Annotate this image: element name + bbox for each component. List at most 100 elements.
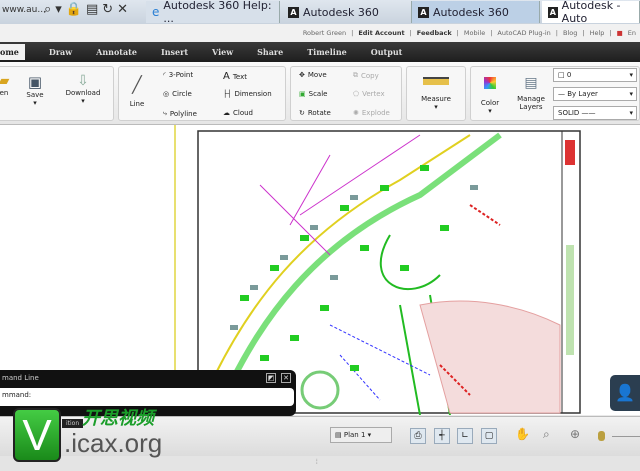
value: 0 (566, 71, 572, 79)
label: Measure (421, 95, 451, 103)
manage-layers-button[interactable]: ▤ Manage Layers (511, 75, 551, 111)
move-icon: ✥ (299, 71, 305, 79)
arc-icon: ◜ (163, 71, 166, 79)
dimension-button[interactable]: ├┤ Dimension (223, 90, 272, 98)
cloud-icon: ☁ (223, 109, 230, 117)
tab-autodesk360[interactable]: A Autodesk 360 (282, 1, 412, 23)
zoom-window-icon[interactable]: ⌕ (543, 427, 550, 442)
zoom-slider-track[interactable] (612, 436, 640, 437)
tab-view[interactable]: View (212, 47, 233, 57)
link-mobile[interactable]: Mobile (464, 29, 485, 37)
resize-grip-icon[interactable]: ⦙ (316, 458, 318, 467)
move-button[interactable]: ✥ Move (299, 71, 327, 79)
value: SOLID (558, 109, 580, 117)
polyline-button[interactable]: ⤷ Polyline (163, 109, 197, 118)
arc-button[interactable]: ◜ 3-Point (163, 71, 193, 79)
tab-output[interactable]: Output (371, 47, 403, 57)
download-icon: ⇩ (77, 73, 89, 89)
tab-draw[interactable]: Draw (49, 47, 72, 57)
label: Vertex (362, 90, 385, 98)
link-plugin[interactable]: AutoCAD Plug-in (497, 29, 550, 37)
layers-icon: ▤ (524, 75, 538, 91)
lineweight-dropdown[interactable]: SOLID —— ▾ (553, 106, 637, 120)
scale-button[interactable]: ▣ Scale (299, 90, 327, 98)
copy-button[interactable]: ⧉ Copy (353, 71, 379, 80)
label: Text (232, 72, 248, 81)
label: Copy (361, 71, 379, 80)
users-icon: 👤 (615, 383, 635, 402)
label: Rotate (307, 109, 331, 117)
save-button[interactable]: ▣ Save ▾ (23, 73, 47, 107)
explode-button[interactable]: ✺ Explode (353, 109, 390, 117)
user-name: Robert Green (302, 29, 347, 37)
tab-label: Autodesk 360 (433, 5, 509, 19)
label: Cloud (233, 109, 253, 117)
label: Move (307, 71, 327, 79)
link-blog[interactable]: Blog (563, 29, 577, 37)
ribbon: ▰ en ▣ Save ▾ ⇩ Download ▾ ╱ Line ◜ 3-Point ◎ Ci… (0, 62, 640, 125)
prompt: mmand: (2, 391, 32, 399)
explode-icon: ✺ (353, 109, 359, 117)
close-icon[interactable]: ✕ (281, 373, 291, 383)
tab-help[interactable]: e Autodesk 360 Help: ... (146, 0, 280, 25)
tab-home[interactable]: ome (0, 44, 25, 60)
tab-timeline[interactable]: Timeline (307, 47, 347, 57)
ie-icon: e (152, 5, 160, 19)
color-button[interactable]: Color ▾ (475, 77, 505, 115)
label: Save (26, 91, 44, 99)
rotate-icon: ↻ (299, 109, 305, 117)
layout-dropdown[interactable]: ▤ Plan 1 ▾ (330, 427, 392, 443)
link-help[interactable]: Help (590, 29, 605, 37)
cloud-button[interactable]: ☁ Cloud (223, 109, 253, 117)
label: Dimension (234, 90, 272, 98)
address-bar[interactable]: www.au... (2, 5, 46, 15)
label: en (0, 89, 9, 97)
modify-panel: ✥ Move ▣ Scale ↻ Rotate ⧉ Copy ⬠ Vertex ✺ Expl… (290, 66, 402, 121)
ortho-icon[interactable]: ∟ (457, 428, 473, 444)
logo-letter: V (22, 411, 52, 460)
value: Plan 1 (343, 431, 366, 439)
line-button[interactable]: ╱ Line (123, 75, 151, 108)
pan-icon[interactable]: ✋ (515, 427, 530, 441)
measure-icon (423, 77, 449, 85)
rotate-button[interactable]: ↻ Rotate (299, 109, 331, 117)
position-label: ition (62, 419, 84, 428)
scale-icon: ▣ (299, 90, 306, 98)
dock-icon[interactable]: ◩ (266, 373, 276, 383)
watermark-site: .icax.org (64, 428, 163, 458)
snap-icon[interactable]: ┽ (434, 428, 450, 444)
ribbon-tabs: ome Draw Annotate Insert View Share Time… (0, 42, 640, 62)
language[interactable]: En (628, 29, 636, 37)
tab-label: Autodesk 360 (303, 5, 379, 19)
tab-insert[interactable]: Insert (161, 47, 188, 57)
link-feedback[interactable]: Feedback (417, 29, 452, 37)
zoom-in-icon[interactable]: ⊕ (570, 427, 580, 441)
grid-icon[interactable]: ▢ (481, 428, 497, 444)
tab-share[interactable]: Share (257, 47, 283, 57)
zoom-slider-handle[interactable] (598, 431, 605, 441)
text-button[interactable]: A Text (223, 71, 247, 82)
value: By Layer (567, 90, 598, 98)
users-panel-button[interactable]: 👤 (610, 375, 640, 411)
measure-button[interactable]: Measure ▾ (413, 77, 459, 111)
browser-controls-icons[interactable]: ⌕▾🔒▤↻✕ (44, 2, 132, 17)
label: Explode (361, 109, 390, 117)
tab-annotate[interactable]: Annotate (96, 47, 137, 57)
open-button[interactable]: ▰ en (0, 73, 11, 97)
download-button[interactable]: ⇩ Download ▾ (61, 73, 105, 105)
vertex-button[interactable]: ⬠ Vertex (353, 90, 385, 98)
file-panel: ▰ en ▣ Save ▾ ⇩ Download ▾ (0, 66, 114, 121)
tab-autodesk-active[interactable]: A Autodesk - Auto (542, 0, 640, 25)
link-edit-account[interactable]: Edit Account (358, 29, 404, 37)
color-icon (484, 77, 496, 89)
layer-dropdown[interactable]: □ 0 ▾ (553, 68, 637, 82)
draw-panel: ╱ Line ◜ 3-Point ◎ Circle ⤷ Polyline A Text ├… (118, 66, 286, 121)
linetype-dropdown[interactable]: — By Layer ▾ (553, 87, 637, 101)
dimension-icon: ├┤ (223, 90, 232, 98)
label: 3-Point (168, 71, 194, 79)
vertex-icon: ⬠ (353, 90, 360, 98)
circle-button[interactable]: ◎ Circle (163, 90, 192, 98)
label: Manage Layers (517, 95, 545, 111)
tab-autodesk360-2[interactable]: A Autodesk 360 (412, 1, 540, 23)
print-icon[interactable]: ⎙ (410, 428, 426, 444)
